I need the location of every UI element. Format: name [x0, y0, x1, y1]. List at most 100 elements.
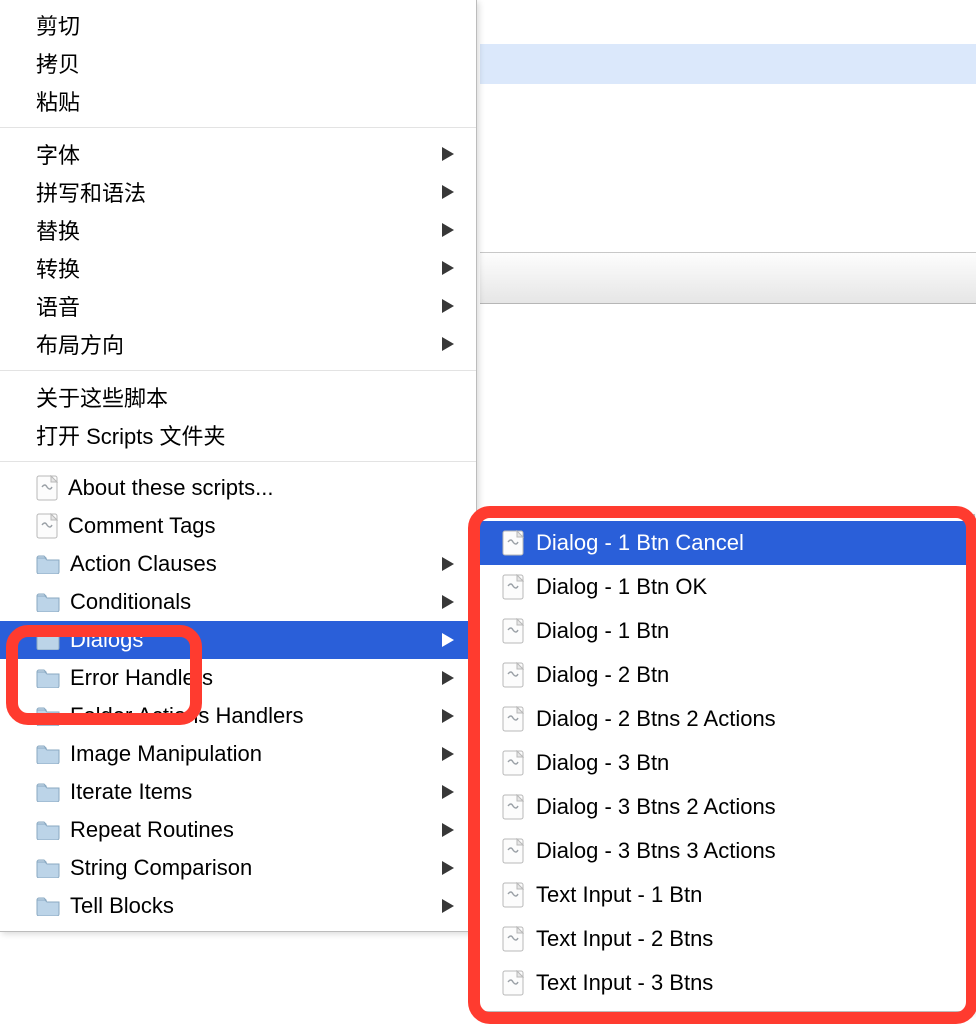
folder-icon [36, 782, 60, 802]
menu-separator [0, 461, 476, 462]
submenu-arrow-icon [442, 709, 454, 723]
menu-item-conditionals[interactable]: Conditionals [0, 583, 476, 621]
submenu-item-label: Dialog - 2 Btns 2 Actions [536, 706, 776, 732]
menu-item-transformations[interactable]: 转换 [0, 249, 476, 287]
menu-item-string-comparison[interactable]: String Comparison [0, 849, 476, 887]
submenu-item-label: Dialog - 3 Btns 2 Actions [536, 794, 776, 820]
menu-item-spelling[interactable]: 拼写和语法 [0, 173, 476, 211]
menu-item-cut[interactable]: 剪切 [0, 6, 476, 44]
submenu-arrow-icon [442, 185, 454, 199]
submenu-arrow-icon [442, 147, 454, 161]
menu-item-label: 拷贝 [36, 47, 80, 79]
submenu-arrow-icon [442, 747, 454, 761]
script-file-icon [36, 513, 58, 539]
submenu-arrow-icon [442, 299, 454, 313]
menu-item-label: 剪切 [36, 9, 80, 41]
submenu-arrow-icon [442, 899, 454, 913]
folder-icon [36, 820, 60, 840]
menu-item-about-scripts-zh[interactable]: 关于这些脚本 [0, 378, 476, 416]
script-file-icon [502, 838, 524, 864]
menu-item-writing-direction[interactable]: 布局方向 [0, 325, 476, 363]
menu-item-tell-blocks[interactable]: Tell Blocks [0, 887, 476, 925]
dialogs-submenu: Dialog - 1 Btn Cancel Dialog - 1 Btn OK … [475, 514, 975, 1012]
menu-separator [0, 127, 476, 128]
submenu-arrow-icon [442, 671, 454, 685]
submenu-item-text-input-3-btns[interactable]: Text Input - 3 Btns [476, 961, 974, 1005]
script-file-icon [502, 970, 524, 996]
background-selected-row [480, 44, 976, 84]
menu-item-label: 替换 [36, 214, 80, 246]
submenu-item-label: Dialog - 1 Btn OK [536, 574, 707, 600]
submenu-item-dialog-3-btn[interactable]: Dialog - 3 Btn [476, 741, 974, 785]
submenu-arrow-icon [442, 861, 454, 875]
menu-item-about-these-scripts[interactable]: About these scripts... [0, 469, 476, 507]
submenu-arrow-icon [442, 633, 454, 647]
script-file-icon [502, 574, 524, 600]
submenu-item-dialog-2-btn[interactable]: Dialog - 2 Btn [476, 653, 974, 697]
folder-icon [36, 592, 60, 612]
submenu-item-dialog-1-btn[interactable]: Dialog - 1 Btn [476, 609, 974, 653]
script-file-icon [502, 926, 524, 952]
submenu-item-label: Dialog - 2 Btn [536, 662, 669, 688]
submenu-item-dialog-3-btns-3-actions[interactable]: Dialog - 3 Btns 3 Actions [476, 829, 974, 873]
menu-item-label: 打开 Scripts 文件夹 [36, 419, 225, 451]
menu-item-label: 转换 [36, 252, 80, 284]
menu-item-repeat-routines[interactable]: Repeat Routines [0, 811, 476, 849]
submenu-item-dialog-2-btns-2-actions[interactable]: Dialog - 2 Btns 2 Actions [476, 697, 974, 741]
submenu-item-dialog-1-btn-ok[interactable]: Dialog - 1 Btn OK [476, 565, 974, 609]
menu-separator [0, 370, 476, 371]
menu-item-label: About these scripts... [68, 475, 273, 501]
menu-item-open-scripts-folder[interactable]: 打开 Scripts 文件夹 [0, 416, 476, 454]
submenu-arrow-icon [442, 785, 454, 799]
script-file-icon [502, 750, 524, 776]
menu-item-label: 关于这些脚本 [36, 381, 168, 413]
submenu-item-label: Text Input - 3 Btns [536, 970, 713, 996]
script-file-icon [502, 794, 524, 820]
menu-item-iterate-items[interactable]: Iterate Items [0, 773, 476, 811]
script-file-icon [502, 706, 524, 732]
script-file-icon [502, 662, 524, 688]
submenu-item-dialog-1-btn-cancel[interactable]: Dialog - 1 Btn Cancel [476, 521, 974, 565]
menu-item-paste[interactable]: 粘贴 [0, 82, 476, 120]
script-file-icon [36, 475, 58, 501]
menu-item-substitutions[interactable]: 替换 [0, 211, 476, 249]
submenu-arrow-icon [442, 261, 454, 275]
script-file-icon [502, 618, 524, 644]
context-menu: 剪切 拷贝 粘贴 字体 拼写和语法 替换 转换 语音 [0, 0, 477, 932]
menu-item-folder-actions-handlers[interactable]: Folder Actions Handlers [0, 697, 476, 735]
submenu-item-text-input-2-btns[interactable]: Text Input - 2 Btns [476, 917, 974, 961]
submenu-item-label: Dialog - 3 Btns 3 Actions [536, 838, 776, 864]
folder-icon [36, 630, 60, 650]
menu-item-label: Dialogs [70, 627, 143, 653]
submenu-arrow-icon [442, 557, 454, 571]
menu-item-label: 拼写和语法 [36, 176, 146, 208]
menu-item-image-manipulation[interactable]: Image Manipulation [0, 735, 476, 773]
menu-item-comment-tags[interactable]: Comment Tags [0, 507, 476, 545]
submenu-item-label: Dialog - 3 Btn [536, 750, 669, 776]
folder-icon [36, 554, 60, 574]
menu-item-label: Tell Blocks [70, 893, 174, 919]
submenu-arrow-icon [442, 595, 454, 609]
menu-item-action-clauses[interactable]: Action Clauses [0, 545, 476, 583]
submenu-arrow-icon [442, 223, 454, 237]
menu-item-dialogs[interactable]: Dialogs [0, 621, 476, 659]
menu-item-label: String Comparison [70, 855, 252, 881]
submenu-item-text-input-1-btn[interactable]: Text Input - 1 Btn [476, 873, 974, 917]
submenu-item-label: Dialog - 1 Btn [536, 618, 669, 644]
folder-icon [36, 706, 60, 726]
menu-item-error-handlers[interactable]: Error Handlers [0, 659, 476, 697]
menu-item-label: Repeat Routines [70, 817, 234, 843]
menu-item-font[interactable]: 字体 [0, 135, 476, 173]
menu-item-label: Action Clauses [70, 551, 217, 577]
menu-item-copy[interactable]: 拷贝 [0, 44, 476, 82]
submenu-arrow-icon [442, 337, 454, 351]
submenu-arrow-icon [442, 823, 454, 837]
background-toolbar [480, 252, 976, 304]
menu-item-speech[interactable]: 语音 [0, 287, 476, 325]
menu-item-label: 语音 [36, 290, 80, 322]
folder-icon [36, 858, 60, 878]
submenu-item-label: Text Input - 1 Btn [536, 882, 702, 908]
menu-item-label: Error Handlers [70, 665, 213, 691]
submenu-item-dialog-3-btns-2-actions[interactable]: Dialog - 3 Btns 2 Actions [476, 785, 974, 829]
menu-item-label: Conditionals [70, 589, 191, 615]
